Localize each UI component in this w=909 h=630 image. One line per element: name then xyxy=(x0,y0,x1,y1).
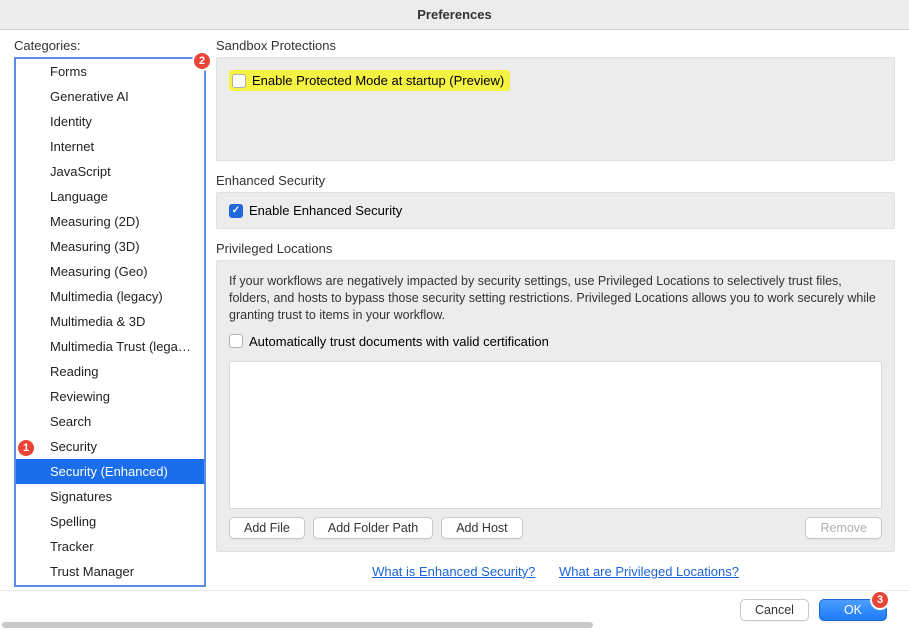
categories-listbox[interactable]: FormsGenerative AIIdentityInternetJavaSc… xyxy=(14,57,206,587)
annotation-badge-2: 2 xyxy=(192,51,212,71)
help-links: What is Enhanced Security? What are Priv… xyxy=(216,564,895,579)
privileged-description: If your workflows are negatively impacte… xyxy=(229,273,882,324)
settings-pane: Sandbox Protections Enable Protected Mod… xyxy=(206,30,909,590)
category-item[interactable]: Forms xyxy=(16,59,204,84)
category-item[interactable]: Trust Manager xyxy=(16,559,204,584)
category-item[interactable]: Tracker xyxy=(16,534,204,559)
categories-pane: Categories: FormsGenerative AIIdentityIn… xyxy=(0,30,206,590)
window-title: Preferences xyxy=(0,0,909,30)
category-item[interactable]: Spelling xyxy=(16,509,204,534)
enhanced-security-label: Enable Enhanced Security xyxy=(249,203,402,218)
enhanced-security-checkbox[interactable] xyxy=(229,204,243,218)
protected-mode-label: Enable Protected Mode at startup (Previe… xyxy=(252,73,504,88)
annotation-badge-1: 1 xyxy=(16,438,36,458)
protected-mode-row: Enable Protected Mode at startup (Previe… xyxy=(229,70,510,91)
add-folder-path-button[interactable]: Add Folder Path xyxy=(313,517,433,539)
category-item[interactable]: Measuring (3D) xyxy=(16,234,204,259)
protected-mode-checkbox[interactable] xyxy=(232,74,246,88)
remove-button[interactable]: Remove xyxy=(805,517,882,539)
add-file-button[interactable]: Add File xyxy=(229,517,305,539)
sandbox-section: Enable Protected Mode at startup (Previe… xyxy=(216,57,895,161)
category-item[interactable]: Multimedia (legacy) xyxy=(16,284,204,309)
enhanced-section: Enable Enhanced Security xyxy=(216,192,895,229)
trusted-locations-list[interactable] xyxy=(229,361,882,509)
cancel-button[interactable]: Cancel xyxy=(740,599,809,621)
category-item[interactable]: Multimedia & 3D xyxy=(16,309,204,334)
sandbox-title: Sandbox Protections xyxy=(216,38,895,53)
category-item[interactable]: Security (Enhanced) xyxy=(16,459,204,484)
category-item[interactable]: Language xyxy=(16,184,204,209)
category-item[interactable]: Search xyxy=(16,409,204,434)
category-item[interactable]: Measuring (Geo) xyxy=(16,259,204,284)
category-item[interactable]: Generative AI xyxy=(16,84,204,109)
enhanced-title: Enhanced Security xyxy=(216,173,895,188)
privileged-title: Privileged Locations xyxy=(216,241,895,256)
what-is-enhanced-link[interactable]: What is Enhanced Security? xyxy=(372,564,535,579)
category-item[interactable]: Security xyxy=(16,434,204,459)
category-item[interactable]: Reviewing xyxy=(16,384,204,409)
category-item[interactable]: Identity xyxy=(16,109,204,134)
category-item[interactable]: Internet xyxy=(16,134,204,159)
categories-label: Categories: xyxy=(14,38,206,53)
auto-trust-label: Automatically trust documents with valid… xyxy=(249,334,549,349)
category-item[interactable]: Measuring (2D) xyxy=(16,209,204,234)
what-are-privileged-link[interactable]: What are Privileged Locations? xyxy=(559,564,739,579)
annotation-badge-3: 3 xyxy=(870,590,890,610)
category-item[interactable]: Units & Guides xyxy=(16,584,204,585)
dialog-footer: Cancel OK xyxy=(0,590,909,628)
category-item[interactable]: Reading xyxy=(16,359,204,384)
privileged-section: If your workflows are negatively impacte… xyxy=(216,260,895,552)
auto-trust-checkbox[interactable] xyxy=(229,334,243,348)
add-host-button[interactable]: Add Host xyxy=(441,517,522,539)
category-item[interactable]: JavaScript xyxy=(16,159,204,184)
category-item[interactable]: Multimedia Trust (legacy) xyxy=(16,334,204,359)
category-item[interactable]: Signatures xyxy=(16,484,204,509)
